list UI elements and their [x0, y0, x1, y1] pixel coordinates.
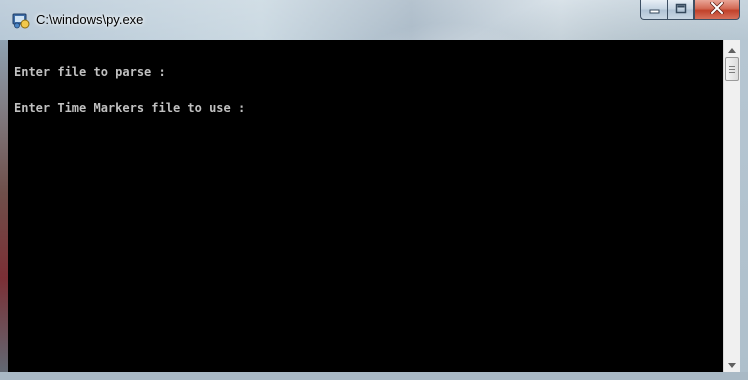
maximize-button[interactable] — [667, 0, 694, 20]
grip-icon — [729, 65, 735, 73]
vertical-scrollbar[interactable] — [723, 40, 740, 372]
minimize-icon — [649, 1, 660, 19]
window-right-border — [740, 40, 748, 380]
caption-buttons — [640, 0, 740, 22]
arrow-down-icon — [728, 355, 736, 373]
console-window: C:\windows\py.exe Enter file to parse : — [0, 0, 748, 380]
console-area[interactable]: Enter file to parse : Enter Time Markers… — [8, 40, 740, 372]
arrow-up-icon — [728, 40, 736, 58]
console-output: Enter file to parse : Enter Time Markers… — [14, 42, 245, 138]
console-line-2: Enter Time Markers file to use : — [14, 101, 246, 115]
scroll-up-button[interactable] — [724, 40, 740, 57]
title-bar[interactable]: C:\windows\py.exe — [0, 0, 748, 40]
window-left-border — [0, 40, 8, 380]
maximize-icon — [675, 1, 687, 19]
scroll-thumb[interactable] — [725, 57, 739, 81]
close-button[interactable] — [694, 0, 740, 20]
window-bottom-border — [0, 372, 748, 380]
close-icon — [710, 0, 724, 19]
window-title: C:\windows\py.exe — [36, 12, 144, 27]
minimize-button[interactable] — [640, 0, 667, 20]
console-line-1: Enter file to parse : — [14, 65, 166, 79]
scroll-down-button[interactable] — [724, 355, 740, 372]
python-launcher-icon[interactable] — [12, 11, 30, 29]
